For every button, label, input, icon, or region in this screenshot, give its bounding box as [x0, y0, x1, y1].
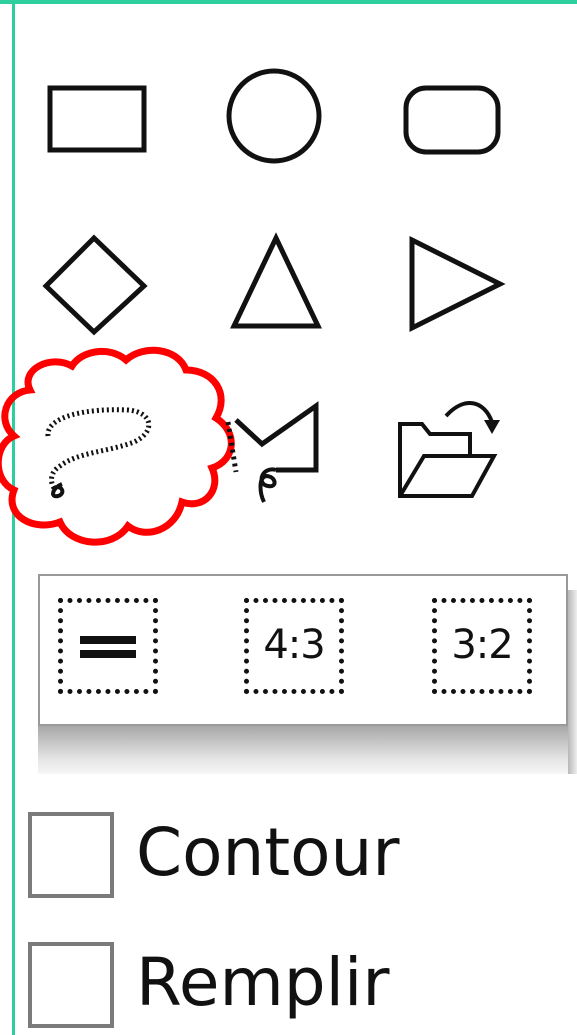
equal-icon — [80, 636, 136, 658]
contour-label: Contour — [136, 814, 400, 891]
right-triangle-icon — [409, 235, 506, 333]
crop-ratio-toolbar: 4:3 3:2 — [38, 574, 568, 726]
ellipse-icon — [226, 68, 322, 164]
rectangle-icon — [47, 85, 147, 153]
right-triangle-tool-button[interactable] — [384, 222, 524, 362]
polygon-lasso-tool-button[interactable] — [206, 386, 346, 526]
rounded-rectangle-icon — [403, 85, 501, 155]
ellipse-tool-button[interactable] — [206, 54, 346, 194]
contour-checkbox[interactable] — [28, 812, 114, 898]
fill-option[interactable]: Remplir — [26, 942, 526, 1032]
strip-shadow — [38, 726, 577, 774]
rectangle-tool-button[interactable] — [28, 54, 168, 194]
strip-shadow-right — [568, 590, 577, 774]
fill-label: Remplir — [136, 944, 390, 1021]
open-image-tool-button[interactable] — [384, 386, 524, 526]
contour-option[interactable]: Contour — [26, 812, 526, 902]
fill-checkbox[interactable] — [28, 942, 114, 1028]
open-folder-icon — [398, 401, 500, 498]
crop-4-3-label: 4:3 — [263, 622, 325, 668]
crop-3-2-label: 3:2 — [451, 622, 513, 668]
shape-tools-panel: 4:3 3:2 Contour Remplir — [0, 0, 577, 1035]
crop-3-2-button[interactable]: 3:2 — [428, 596, 540, 700]
rounded-rectangle-tool-button[interactable] — [384, 54, 524, 194]
panel-top-border — [0, 0, 577, 4]
crop-free-button[interactable] — [54, 596, 166, 700]
crop-4-3-button[interactable]: 4:3 — [240, 596, 352, 700]
polygon-lasso-icon — [225, 401, 319, 503]
